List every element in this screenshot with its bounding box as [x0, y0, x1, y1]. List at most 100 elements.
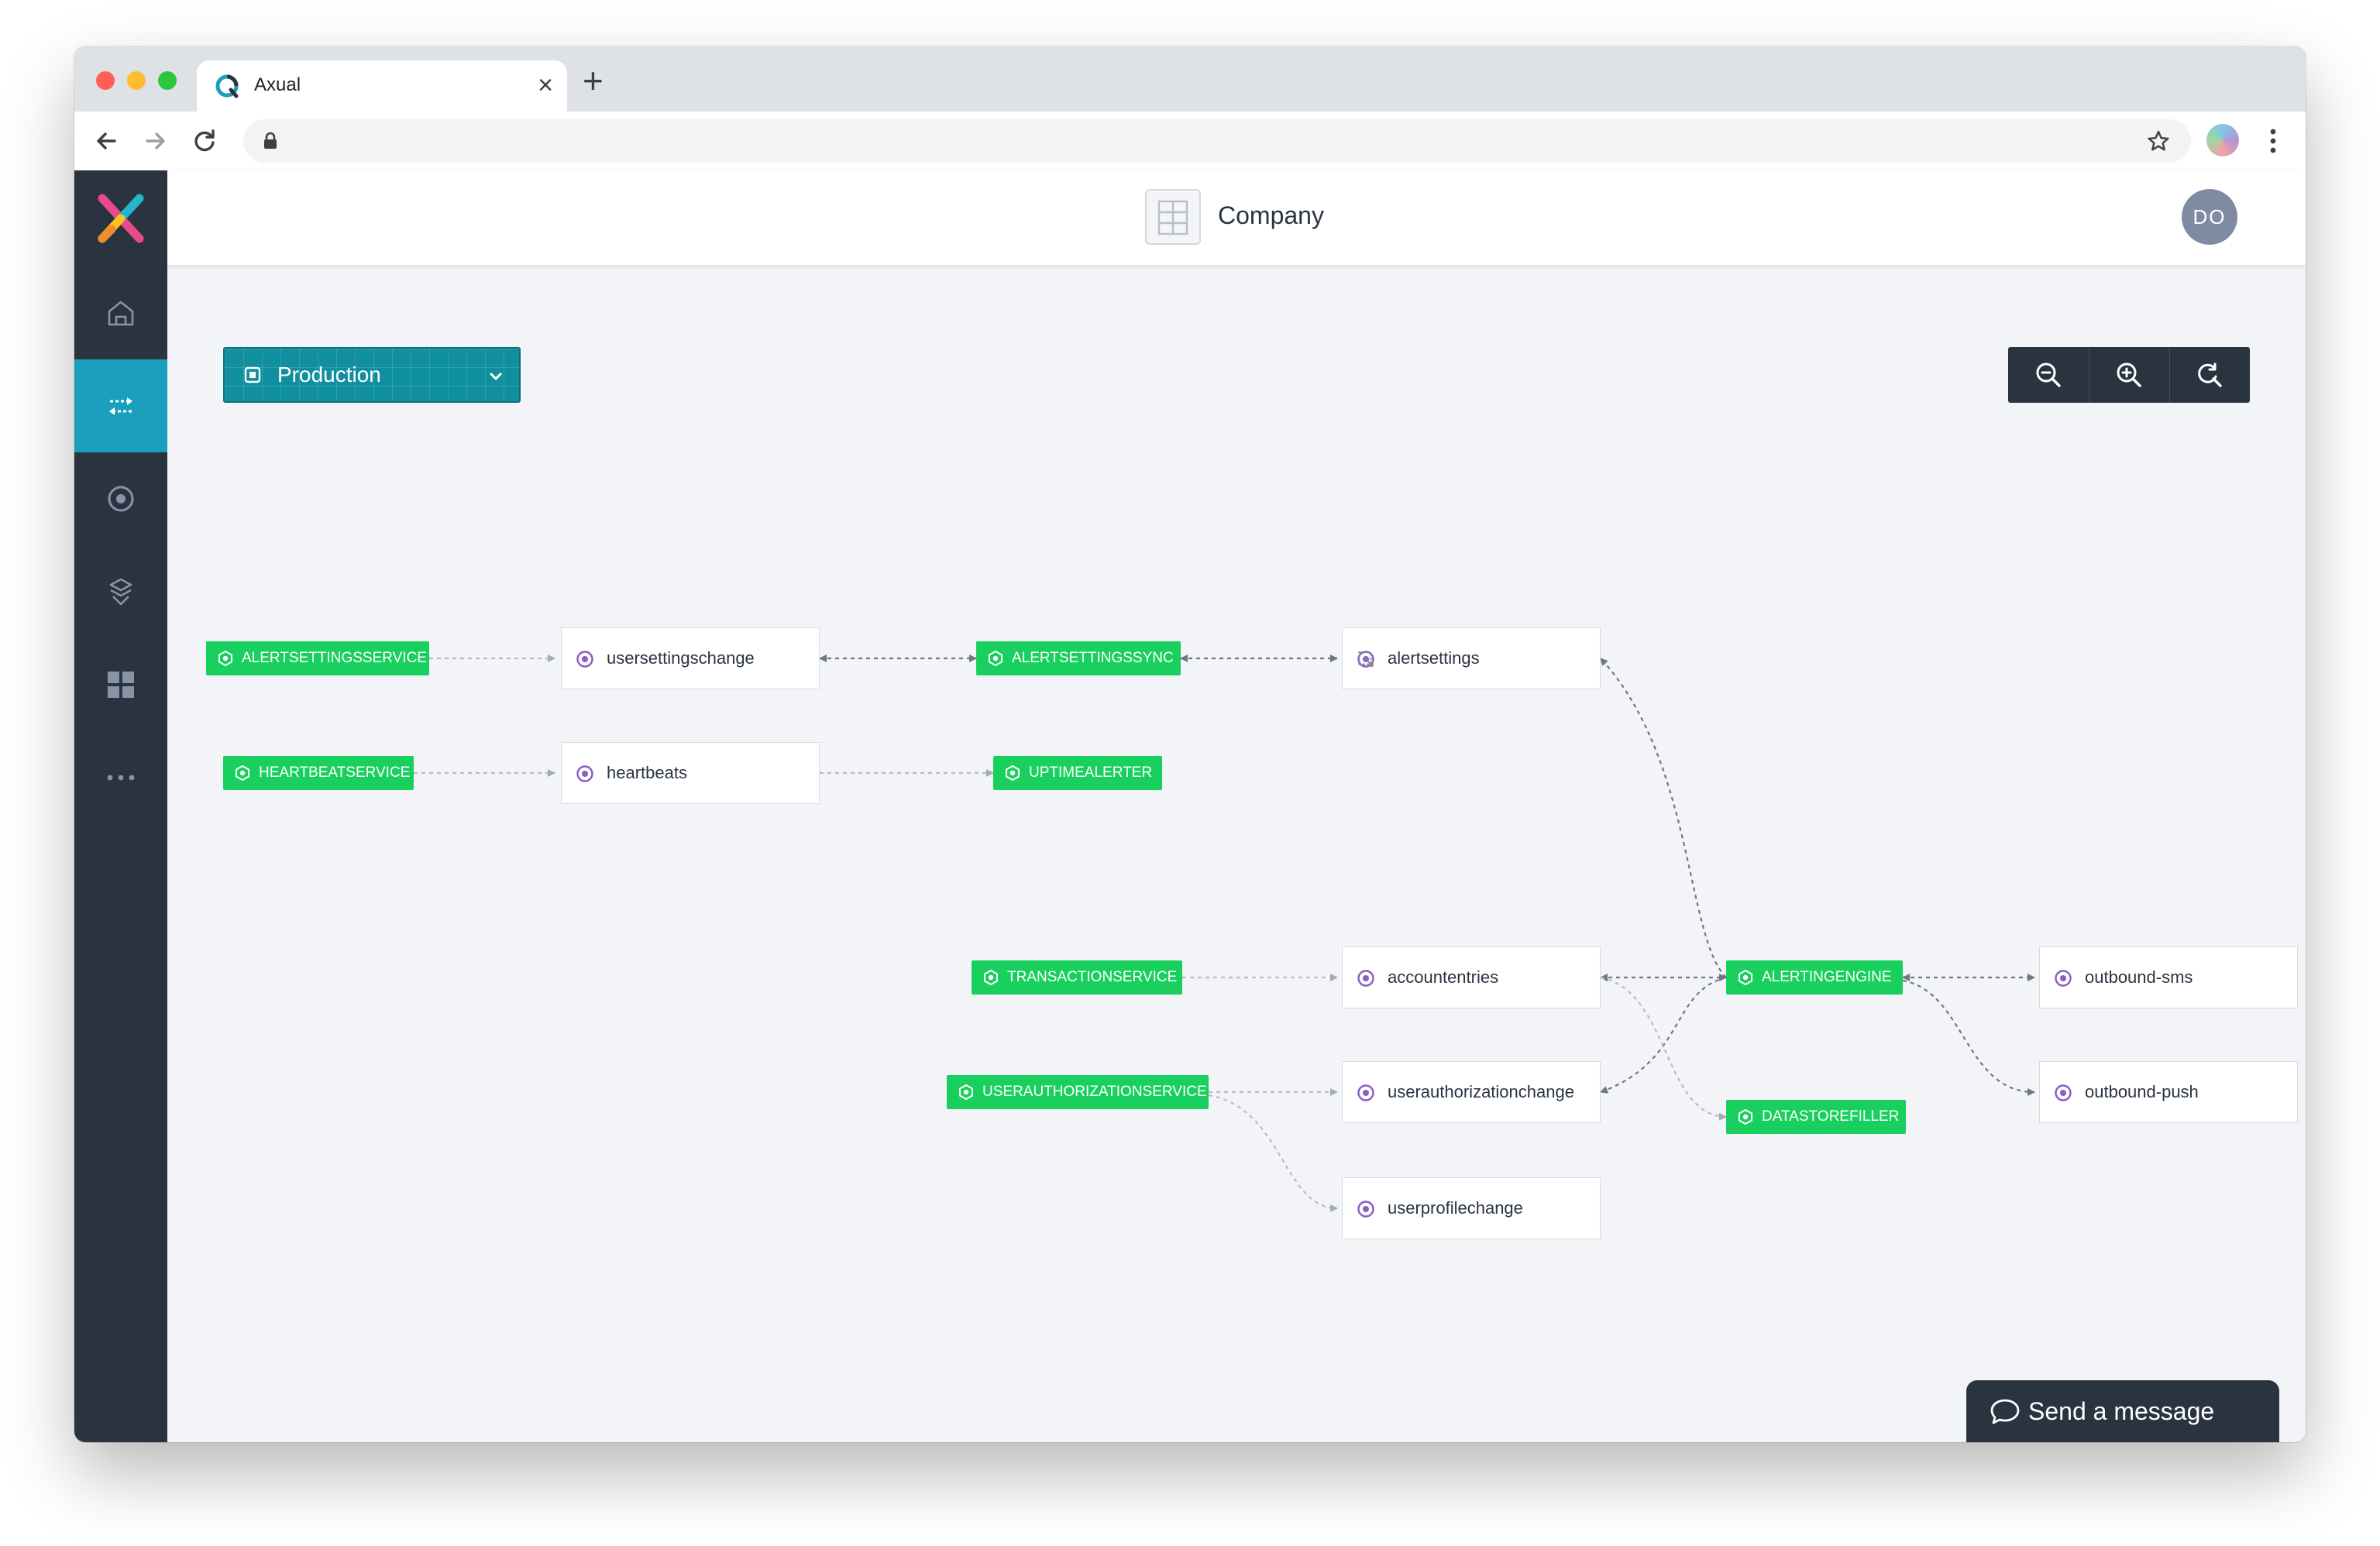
chevron-down-icon: [490, 373, 502, 380]
topic-node-label: alertsettings: [1388, 648, 1480, 668]
app-node-uptimealerter[interactable]: UPTIMEALERTER: [993, 756, 1162, 790]
sidebar-item-streams[interactable]: [74, 359, 167, 452]
tab-title: Axual: [254, 74, 301, 95]
app-node-transactionservice[interactable]: TRANSACTIONSERVICE: [972, 960, 1182, 995]
application-icon: [1739, 969, 1752, 986]
company-logo-icon: [1145, 189, 1201, 245]
forward-icon[interactable]: [138, 124, 172, 158]
browser-tab[interactable]: Axual ×: [197, 60, 567, 112]
application-icon: [218, 650, 232, 667]
more-icon: [107, 775, 135, 781]
zoom-out-button[interactable]: [2008, 347, 2089, 403]
back-icon[interactable]: [90, 124, 124, 158]
app-header: Company DO: [167, 170, 2306, 265]
app-node-alertsettingsservice[interactable]: ALERTSETTINGSSERVICE: [206, 641, 429, 675]
lock-icon: [264, 132, 277, 149]
topic-node-usersettingschange[interactable]: usersettingschange: [561, 627, 820, 689]
app-node-label: ALERTSETTINGSSERVICE: [242, 650, 427, 666]
company-name[interactable]: Company: [1218, 201, 1324, 230]
maximize-window-button[interactable]: [158, 71, 177, 90]
topic-node-accountentries[interactable]: accountentries: [1342, 946, 1601, 1008]
axual-favicon-icon: [215, 74, 239, 98]
topic-node-userauthorizationchange[interactable]: userauthorizationchange: [1342, 1061, 1601, 1123]
application-icon: [1739, 1108, 1752, 1125]
topic-node-label: accountentries: [1388, 967, 1499, 987]
reload-icon[interactable]: [187, 124, 222, 158]
topic-node-label: outbound-sms: [2085, 967, 2193, 987]
sidebar: [74, 170, 167, 1442]
topic-node-userprofilechange[interactable]: userprofilechange: [1342, 1177, 1601, 1239]
reset-zoom-button[interactable]: [2169, 347, 2250, 403]
topic-node-label: outbound-push: [2085, 1082, 2199, 1101]
application-icon: [1006, 764, 1020, 782]
topic-icon: [576, 651, 593, 668]
zoom-in-button[interactable]: [2089, 347, 2169, 403]
topic-node-outbound-push[interactable]: outbound-push: [2039, 1061, 2298, 1123]
topic-icon: [1357, 970, 1374, 987]
app-node-alertsettingssync[interactable]: ALERTSETTINGSSYNC: [976, 641, 1181, 675]
app-node-label: DATASTOREFILLER: [1762, 1108, 1900, 1125]
edge-alertingengine-outbound-push: [1902, 979, 2035, 1096]
bookmark-star-icon[interactable]: [2146, 129, 2171, 153]
topic-node-alertsettings[interactable]: alertsettings: [1342, 627, 1601, 689]
external-topic-icon[interactable]: [1357, 650, 1375, 668]
edge-userauthorizationservice-userprofilechange: [1208, 1094, 1338, 1212]
send-message-button[interactable]: Send a message: [1966, 1380, 2279, 1442]
topic-icon: [2055, 1084, 2072, 1101]
tab-close-icon[interactable]: ×: [538, 68, 553, 102]
user-avatar[interactable]: DO: [2182, 189, 2237, 245]
topic-icon: [1357, 1201, 1374, 1218]
zoom-out-icon: [2036, 362, 2061, 387]
topic-node-outbound-sms[interactable]: outbound-sms: [2039, 946, 2298, 1008]
app-node-alertingengine[interactable]: ALERTINGENGINE: [1726, 960, 1903, 995]
send-message-label: Send a message: [2028, 1397, 2215, 1425]
axual-logo-icon[interactable]: [95, 192, 147, 245]
topic-node-label: userauthorizationchange: [1388, 1082, 1574, 1101]
close-window-button[interactable]: [96, 71, 115, 90]
zoom-in-icon: [2117, 362, 2141, 387]
app-node-datastorefiller[interactable]: DATASTOREFILLER: [1726, 1100, 1906, 1134]
application-icon: [984, 969, 998, 986]
sidebar-item-dashboard[interactable]: [74, 638, 167, 731]
sidebar-item-applications[interactable]: [74, 545, 167, 638]
topic-node-label: userprofilechange: [1388, 1198, 1523, 1218]
edge-alertingengine-alertsettings: [1600, 658, 1727, 978]
topic-node-heartbeats[interactable]: heartbeats: [561, 742, 820, 804]
address-bar[interactable]: [243, 119, 2191, 163]
environment-icon: [244, 366, 261, 383]
topic-icon: [2055, 970, 2072, 987]
application-icon: [959, 1084, 973, 1101]
topic-node-label: usersettingschange: [607, 648, 755, 668]
app-node-label: TRANSACTIONSERVICE: [1007, 969, 1178, 985]
edge-alertingengine-userauthorizationchange: [1600, 976, 1727, 1094]
app: ALERTSETTINGSSERVICE HEARTBEATSERVICE AL…: [74, 170, 2306, 1442]
browser-menu-icon[interactable]: [2270, 127, 2276, 155]
streams-icon: [109, 397, 132, 415]
applications-icon: [109, 578, 132, 606]
sidebar-item-topics[interactable]: [74, 452, 167, 545]
reset-zoom-icon: [2198, 362, 2222, 387]
browser-profile-icon[interactable]: [2206, 124, 2239, 156]
app-node-heartbeatservice[interactable]: HEARTBEATSERVICE: [223, 756, 414, 790]
chat-bubble-icon: [1990, 1399, 2020, 1424]
application-icon: [989, 650, 1003, 667]
app-node-label: UPTIMEALERTER: [1029, 764, 1153, 781]
sidebar-item-home[interactable]: [74, 266, 167, 359]
topic-node-label: heartbeats: [607, 763, 687, 782]
dashboard-icon: [108, 672, 134, 698]
topic-icon: [1357, 1084, 1374, 1101]
application-icon: [236, 764, 249, 782]
sidebar-item-more[interactable]: [74, 731, 167, 824]
home-icon: [108, 301, 134, 326]
app-node-userauthorizationservice[interactable]: USERAUTHORIZATIONSERVICE: [947, 1075, 1209, 1109]
new-tab-button[interactable]: +: [583, 62, 604, 99]
browser-window: Axual × + ALERTSETTINGSSERVICE HEARTBEAT…: [74, 46, 2306, 1442]
tab-strip: Axual × +: [74, 46, 2306, 112]
environment-label: Production: [277, 362, 381, 386]
environment-select[interactable]: Production: [223, 347, 521, 403]
edge-accountentries-datastorefiller: [1600, 976, 1727, 1121]
minimize-window-button[interactable]: [127, 71, 146, 90]
app-node-label: USERAUTHORIZATIONSERVICE: [982, 1084, 1207, 1100]
zoom-controls: [2008, 347, 2250, 403]
topic-icon: [108, 486, 134, 512]
